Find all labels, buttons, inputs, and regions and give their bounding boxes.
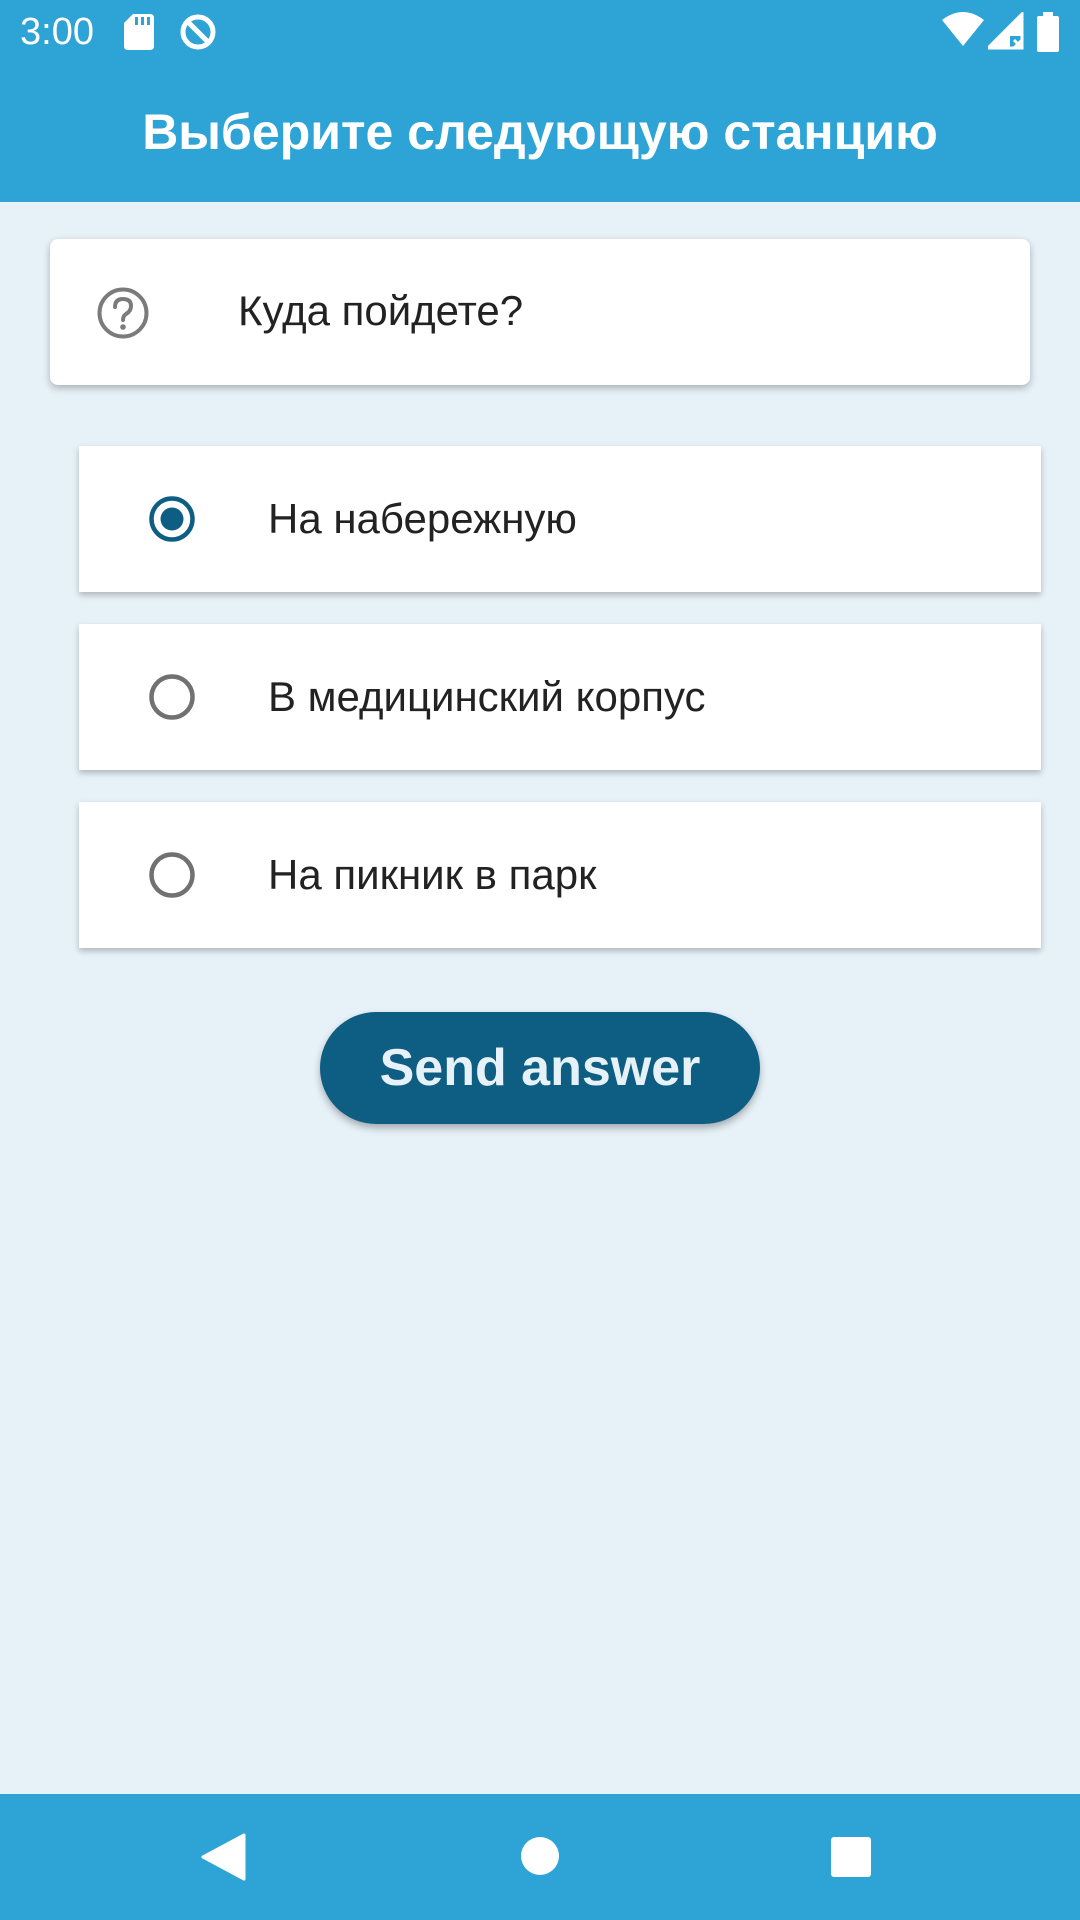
- radio-unselected-icon[interactable]: [149, 852, 195, 898]
- question-card: [50, 239, 1030, 385]
- option-item-3[interactable]: На пикник в парк: [79, 802, 1041, 948]
- page-title: Выберите следующую станцию: [142, 104, 938, 160]
- back-icon[interactable]: [200, 1832, 246, 1882]
- question-text: Куда пойдете?: [238, 287, 524, 334]
- battery-icon: [1037, 12, 1059, 52]
- option-label: В медицинский корпус: [268, 673, 706, 720]
- app-bar: Выберите следующую станцию: [0, 64, 1080, 202]
- cell-signal-icon: [988, 12, 1024, 50]
- status-bar: 3:00: [0, 0, 1080, 64]
- data-saver-icon: [180, 14, 216, 50]
- radio-selected-icon[interactable]: [149, 496, 195, 542]
- help-circle-icon: [97, 287, 149, 339]
- option-item-2[interactable]: В медицинский корпус: [79, 624, 1041, 770]
- option-item-1[interactable]: На набережную: [79, 446, 1041, 592]
- wifi-icon: [942, 12, 984, 46]
- navigation-bar: [0, 1794, 1080, 1920]
- home-icon[interactable]: [520, 1836, 560, 1876]
- radio-unselected-icon[interactable]: [149, 674, 195, 720]
- option-label: На пикник в парк: [268, 851, 597, 898]
- sd-card-icon: [124, 14, 154, 50]
- status-time: 3:00: [20, 11, 94, 53]
- send-answer-button[interactable]: Send answer: [320, 1012, 760, 1124]
- option-label: На набережную: [268, 495, 577, 542]
- recents-icon[interactable]: [830, 1836, 872, 1878]
